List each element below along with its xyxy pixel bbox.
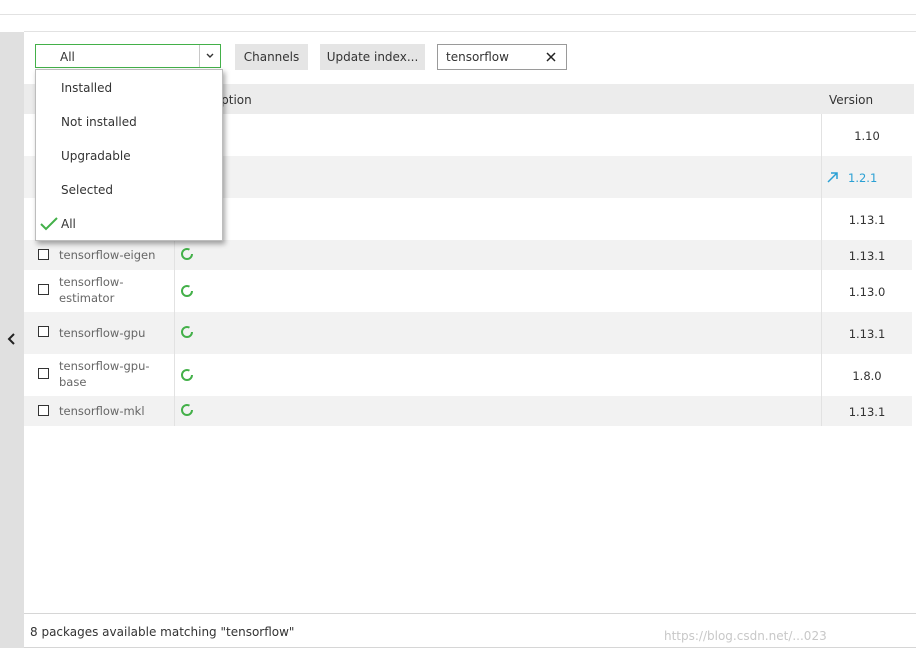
- loading-spinner-icon: [181, 369, 193, 381]
- filter-dropdown-menu: Installed Not installed Upgradable Selec…: [35, 69, 223, 241]
- version-cell: 1.13.1: [821, 240, 912, 270]
- package-checkbox[interactable]: [38, 368, 49, 379]
- package-name: tensorflow-gpu- base: [59, 359, 150, 389]
- menu-item-selected[interactable]: Selected: [36, 176, 222, 206]
- package-name: tensorflow-mkl: [59, 404, 145, 418]
- version-cell: 1.13.1: [821, 396, 912, 426]
- loading-spinner-icon: [181, 248, 193, 260]
- name-cell: tensorflow-gpu: [24, 312, 175, 354]
- table-row: tensorflow-gpu 1.13.1: [24, 312, 912, 354]
- version-cell: 1.8.0: [821, 354, 912, 396]
- package-version: 1.13.1: [848, 249, 886, 263]
- version-cell: 1.13.1: [821, 312, 912, 354]
- package-version: 1.10: [854, 129, 880, 143]
- package-checkbox[interactable]: [38, 284, 49, 295]
- name-cell: tensorflow-mkl: [24, 396, 175, 426]
- version-cell: 1.13.0: [821, 270, 912, 312]
- divider: [24, 613, 916, 614]
- menu-item-label: Not installed: [61, 115, 137, 129]
- package-checkbox[interactable]: [38, 249, 49, 260]
- menu-item-installed[interactable]: Installed: [36, 74, 222, 104]
- search-box: [437, 44, 567, 70]
- update-index-button[interactable]: Update index...: [320, 44, 425, 70]
- menu-item-label: Installed: [61, 81, 113, 95]
- status-text: 8 packages available matching "tensorflo…: [30, 625, 295, 639]
- loading-spinner-icon: [181, 285, 193, 297]
- package-version: 1.13.1: [848, 327, 886, 341]
- table-row: tensorflow-mkl 1.13.1: [24, 396, 912, 426]
- filter-select-value: All: [60, 50, 75, 64]
- upgrade-arrow-icon[interactable]: [826, 170, 840, 184]
- version-cell: 1.2.1: [821, 156, 912, 198]
- column-header-version[interactable]: Version: [829, 93, 873, 107]
- clear-search-icon[interactable]: [544, 50, 558, 64]
- menu-item-label: All: [61, 217, 76, 231]
- collapse-panel-button[interactable]: [0, 326, 24, 352]
- name-cell: tensorflow-eigen: [24, 240, 175, 270]
- package-version: 1.8.0: [852, 369, 882, 383]
- watermark: https://blog.csdn.net/...023: [664, 629, 827, 643]
- table-row: tensorflow-gpu- base 1.8.0: [24, 354, 912, 396]
- chevron-down-icon[interactable]: [199, 45, 220, 67]
- loading-spinner-icon: [181, 404, 193, 416]
- name-cell: tensorflow- estimator: [24, 270, 175, 312]
- package-version: 1.13.1: [848, 405, 886, 419]
- menu-item-label: Selected: [61, 183, 114, 197]
- top-bar: [0, 0, 916, 15]
- filter-select[interactable]: All: [35, 44, 221, 68]
- checkmark-icon: [40, 217, 58, 231]
- version-cell: 1.10: [821, 114, 912, 156]
- package-version: 1.13.1: [848, 213, 886, 227]
- version-cell: 1.13.1: [821, 198, 912, 240]
- table-row: tensorflow-eigen 1.13.1: [24, 240, 912, 270]
- table-row: tensorflow- estimator 1.13.0: [24, 270, 912, 312]
- chevron-left-icon: [7, 333, 15, 345]
- package-name: tensorflow- estimator: [59, 275, 124, 305]
- package-name: tensorflow-gpu: [59, 326, 146, 340]
- package-checkbox[interactable]: [38, 405, 49, 416]
- loading-spinner-icon: [181, 326, 193, 338]
- menu-item-not-installed[interactable]: Not installed: [36, 108, 222, 138]
- channels-button[interactable]: Channels: [235, 44, 308, 70]
- menu-item-label: Upgradable: [61, 149, 131, 163]
- package-version: 1.13.0: [848, 285, 886, 299]
- menu-item-upgradable[interactable]: Upgradable: [36, 142, 222, 172]
- package-version: 1.2.1: [848, 171, 878, 185]
- name-cell: tensorflow-gpu- base: [24, 354, 175, 396]
- package-checkbox[interactable]: [38, 326, 49, 337]
- menu-item-all[interactable]: All: [36, 210, 222, 240]
- package-name: tensorflow-eigen: [59, 248, 156, 262]
- search-input[interactable]: [446, 49, 536, 65]
- divider: [24, 647, 916, 648]
